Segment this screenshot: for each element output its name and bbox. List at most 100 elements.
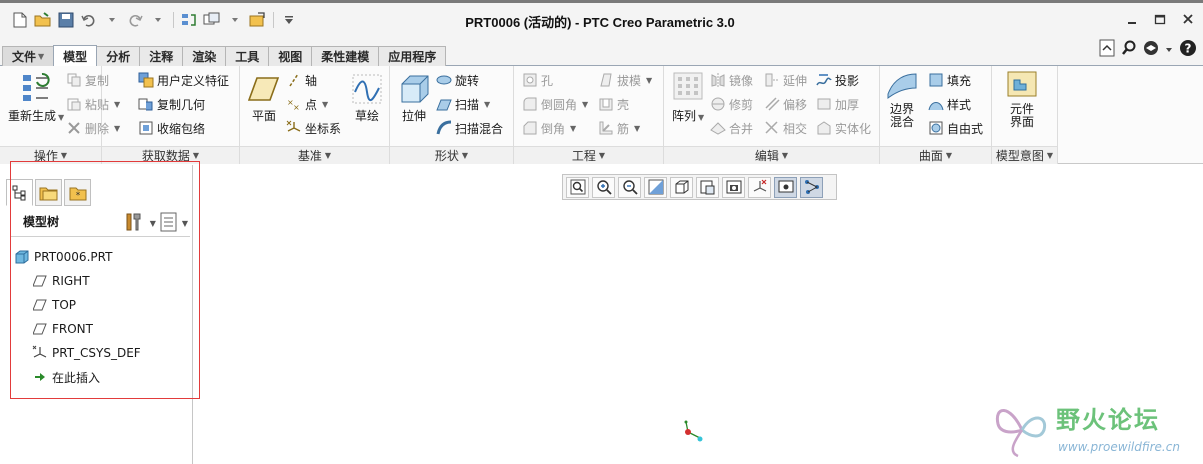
favorites-tab[interactable]: *	[64, 179, 91, 206]
view-manager-icon[interactable]	[722, 176, 745, 198]
style-button[interactable]: 样式	[928, 94, 971, 114]
tree-item-csys[interactable]: PRT_CSYS_DEF	[14, 341, 141, 365]
tab-tools[interactable]: 工具	[225, 46, 270, 66]
minimize-icon[interactable]	[1125, 12, 1139, 26]
zoom-out-icon[interactable]	[618, 176, 641, 198]
tab-applications[interactable]: 应用程序	[378, 46, 447, 66]
group-label-datum[interactable]: 基准 ▼	[240, 146, 389, 164]
group-label-surfaces[interactable]: 曲面 ▼	[880, 146, 991, 164]
shrinkwrap-button[interactable]: 收缩包络	[138, 118, 205, 138]
hole-button[interactable]: 孔	[522, 70, 553, 90]
component-interface-button[interactable]: 元件 界面	[1006, 70, 1038, 129]
fill-button[interactable]: 填充	[928, 70, 971, 90]
display-style-icon[interactable]	[670, 176, 693, 198]
chevron-down-icon[interactable]: ▼	[182, 219, 188, 228]
solidify-button[interactable]: 实体化	[816, 118, 871, 138]
folder-browser-tab[interactable]	[35, 179, 62, 206]
group-label-operations[interactable]: 操作 ▼	[0, 146, 101, 164]
tree-item-top-plane[interactable]: TOP	[14, 293, 141, 317]
group-label-engineering[interactable]: 工程 ▼	[514, 146, 663, 164]
mirror-button[interactable]: 镜像	[710, 70, 753, 90]
community-icon[interactable]	[1143, 40, 1159, 59]
spin-center-icon[interactable]	[774, 176, 797, 198]
csys-button[interactable]: 坐标系	[286, 118, 341, 138]
model-tree-tab[interactable]	[6, 179, 33, 206]
boundary-blend-button[interactable]: 边界 混合	[886, 70, 918, 129]
close-icon[interactable]	[1181, 12, 1195, 26]
repaint-icon[interactable]	[644, 176, 667, 198]
regenerate-button[interactable]: 重新生成 ▼	[8, 72, 64, 124]
show-filter-icon[interactable]	[160, 212, 178, 235]
minimize-ribbon-icon[interactable]	[1099, 39, 1115, 60]
chamfer-button[interactable]: 倒角 ▼	[522, 118, 576, 138]
round-button[interactable]: 倒圆角 ▼	[522, 94, 588, 114]
swept-blend-button[interactable]: 扫描混合	[436, 118, 503, 138]
tab-analysis[interactable]: 分析	[96, 46, 141, 66]
annotation-display-icon[interactable]	[800, 176, 823, 198]
chevron-down-icon[interactable]	[1165, 43, 1173, 57]
trim-button[interactable]: 修剪	[710, 94, 753, 114]
ribbon-right-controls: ?	[1099, 39, 1197, 60]
undo-icon[interactable]	[79, 10, 99, 30]
pattern-icon	[673, 72, 703, 100]
project-button[interactable]: 投影	[816, 70, 859, 90]
merge-button[interactable]: 合并	[710, 118, 753, 138]
regenerate-icon	[23, 72, 50, 101]
part-icon	[14, 249, 30, 265]
copy-geometry-button[interactable]: 复制几何	[138, 94, 205, 114]
udf-button[interactable]: 用户定义特征	[138, 70, 229, 90]
refit-icon[interactable]	[566, 176, 589, 198]
sweep-button[interactable]: 扫描 ▼	[436, 94, 490, 114]
tab-annotate[interactable]: 注释	[139, 46, 184, 66]
tree-item-right-plane[interactable]: RIGHT	[14, 269, 141, 293]
shell-button[interactable]: 壳	[598, 94, 629, 114]
undo-dropdown-icon[interactable]	[102, 10, 122, 30]
group-label-shapes[interactable]: 形状 ▼	[390, 146, 513, 164]
watermark-text: 野火论坛	[1056, 406, 1160, 434]
draft-button[interactable]: 拔模 ▼	[598, 70, 652, 90]
extend-button[interactable]: 延伸	[764, 70, 807, 90]
customize-toolbar-icon[interactable]	[279, 10, 299, 30]
tree-item-front-plane[interactable]: FRONT	[14, 317, 141, 341]
zoom-in-icon[interactable]	[592, 176, 615, 198]
windows-icon[interactable]	[202, 10, 222, 30]
windows-dropdown-icon[interactable]	[225, 10, 245, 30]
maximize-icon[interactable]	[1153, 12, 1167, 26]
axis-button[interactable]: 轴	[286, 70, 317, 90]
save-icon[interactable]	[56, 10, 76, 30]
revolve-button[interactable]: 旋转	[436, 70, 479, 90]
tab-view[interactable]: 视图	[268, 46, 313, 66]
chevron-down-icon: ▼	[634, 123, 641, 133]
close-window-icon[interactable]	[248, 10, 268, 30]
tree-root-part[interactable]: PRT0006.PRT	[14, 245, 141, 269]
tree-settings-icon[interactable]	[124, 211, 146, 236]
thicken-button[interactable]: 加厚	[816, 94, 859, 114]
freestyle-button[interactable]: 自由式	[928, 118, 983, 138]
tree-insert-here[interactable]: 在此插入	[14, 365, 141, 389]
help-icon[interactable]: ?	[1179, 39, 1197, 60]
redo-dropdown-icon[interactable]	[148, 10, 168, 30]
saved-orientations-icon[interactable]	[696, 176, 719, 198]
extrude-button[interactable]: 拉伸	[398, 72, 430, 124]
point-button[interactable]: × × 点 ▼	[286, 94, 328, 114]
datum-display-icon[interactable]	[748, 176, 771, 198]
intersect-button[interactable]: 相交	[764, 118, 807, 138]
group-label-editing[interactable]: 编辑 ▼	[664, 146, 879, 164]
open-folder-icon[interactable]	[33, 10, 53, 30]
group-label-model-intent[interactable]: 模型意图 ▼	[992, 146, 1057, 164]
group-label-get-data[interactable]: 获取数据 ▼	[102, 146, 239, 164]
sketch-button[interactable]: 草绘	[352, 74, 382, 124]
plane-button[interactable]: 平面	[248, 74, 280, 124]
pattern-button[interactable]: 阵列 ▼	[672, 72, 704, 124]
search-icon[interactable]	[1121, 40, 1137, 59]
offset-button[interactable]: 偏移	[764, 94, 807, 114]
tab-render[interactable]: 渲染	[182, 46, 227, 66]
redo-icon[interactable]	[125, 10, 145, 30]
chevron-down-icon[interactable]: ▼	[150, 219, 156, 228]
tab-file[interactable]: 文件 ▼	[2, 46, 55, 66]
tab-flexible-modeling[interactable]: 柔性建模	[311, 46, 380, 66]
rib-button[interactable]: 筋 ▼	[598, 118, 640, 138]
tab-model[interactable]: 模型	[53, 45, 98, 67]
new-file-icon[interactable]	[10, 10, 30, 30]
regenerate-quick-icon[interactable]	[179, 10, 199, 30]
